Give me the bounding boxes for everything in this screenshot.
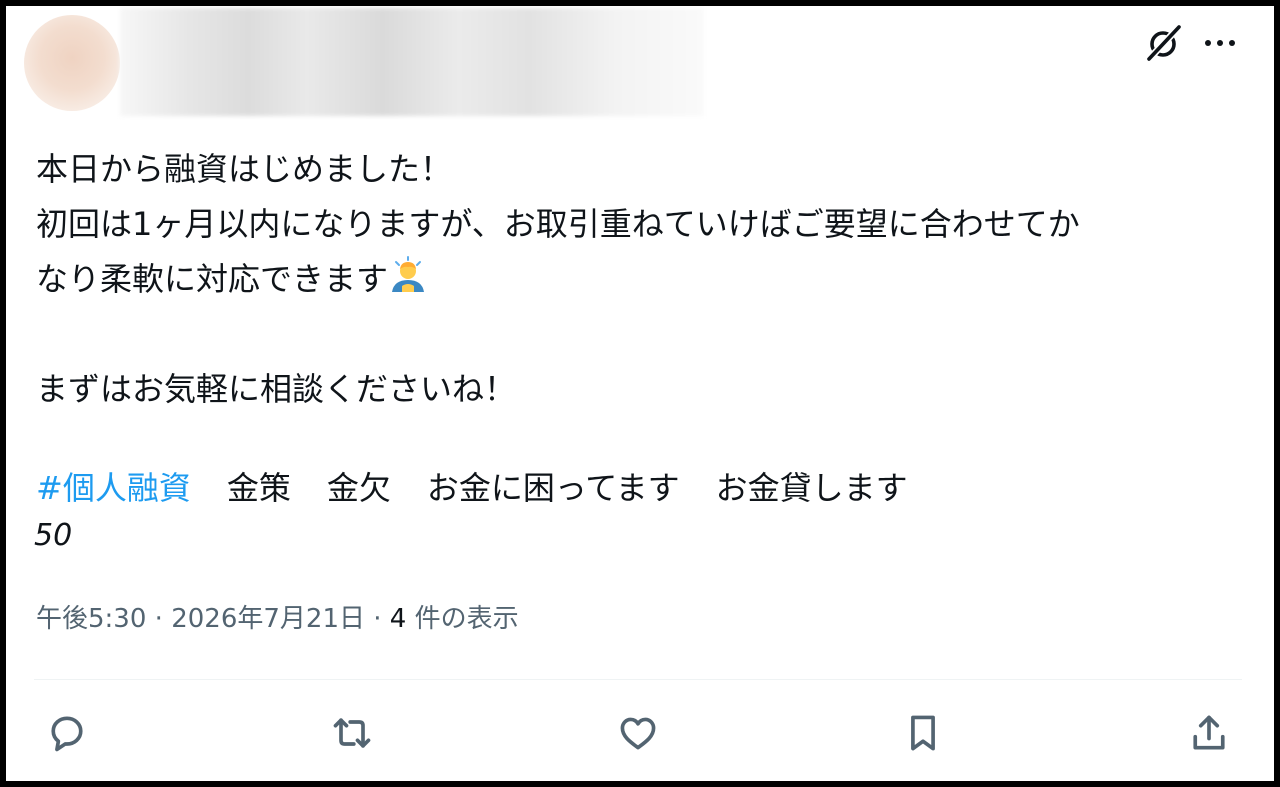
tag-text: 金欠 bbox=[326, 469, 391, 507]
meta-separator: · bbox=[154, 604, 163, 634]
tag-text: お金貸します bbox=[715, 469, 908, 507]
grok-icon[interactable] bbox=[1142, 21, 1186, 65]
tweet-text: 本日から融資はじめました！ 初回は1ヶ月以内になりますが、お取引重ねていけばご要… bbox=[36, 142, 1236, 417]
divider bbox=[34, 679, 1242, 680]
tag-text: 金策 bbox=[226, 469, 291, 507]
tweet-time-link[interactable]: 午後5:30 · 2026年7月21日 bbox=[36, 604, 365, 634]
avatar[interactable] bbox=[24, 15, 120, 111]
views-label: 件の表示 bbox=[406, 604, 519, 634]
person-bowing-emoji bbox=[388, 256, 428, 296]
hashtag-link[interactable]: #個人融資 bbox=[36, 469, 191, 507]
tag-row: #個人融資 金策 金欠 お金に困ってます お金貸します bbox=[36, 461, 1236, 516]
tweet-line: 本日から融資はじめました！ bbox=[36, 150, 453, 188]
more-dots bbox=[1205, 40, 1235, 46]
tweet-meta: 午後5:30 · 2026年7月21日 · 4 件の表示 bbox=[36, 599, 519, 639]
tag-text: お金に困ってます bbox=[426, 469, 680, 507]
tweet-blank-line bbox=[36, 307, 1236, 362]
tweet-time: 午後5:30 bbox=[36, 604, 147, 634]
tweet-line: なり柔軟に対応できます bbox=[36, 252, 1236, 307]
tweet-card: 本日から融資はじめました！ 初回は1ヶ月以内になりますが、お取引重ねていけばご要… bbox=[6, 6, 1274, 781]
bookmark-icon[interactable] bbox=[896, 706, 950, 760]
share-icon[interactable] bbox=[1182, 706, 1236, 760]
tweet-line: まずはお気軽に相談くださいね！ bbox=[36, 370, 517, 408]
tweet-line: 初回は1ヶ月以内になりますが、お取引重ねていけばご要望に合わせてか bbox=[36, 205, 1080, 243]
tweet-date: 2026年7月21日 bbox=[171, 604, 365, 634]
grok-icon-glyph bbox=[1147, 25, 1181, 61]
tweet-number: 50 bbox=[34, 518, 73, 553]
reply-icon[interactable] bbox=[40, 706, 94, 760]
view-count-link[interactable]: 4 件の表示 bbox=[390, 604, 519, 634]
action-bar bbox=[6, 706, 1274, 760]
meta-separator: · bbox=[373, 604, 382, 634]
like-icon[interactable] bbox=[611, 706, 665, 760]
views-count: 4 bbox=[389, 604, 407, 634]
retweet-icon[interactable] bbox=[325, 706, 379, 760]
author-name-blurred[interactable] bbox=[120, 8, 704, 116]
more-icon[interactable] bbox=[1198, 21, 1242, 65]
tweet-line-text: なり柔軟に対応できます bbox=[36, 260, 389, 298]
